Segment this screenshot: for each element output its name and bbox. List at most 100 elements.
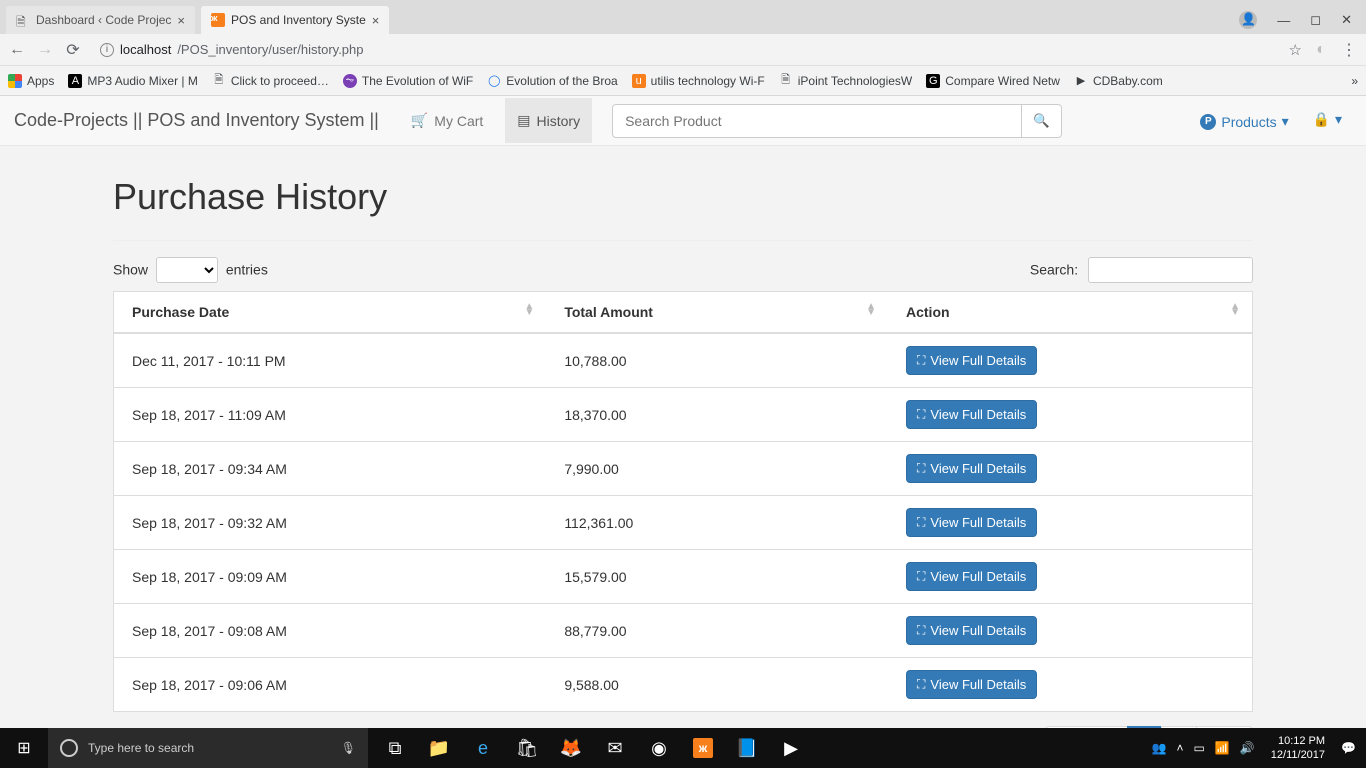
site-info-icon[interactable]: i bbox=[100, 43, 114, 57]
cell-amount: 88,779.00 bbox=[546, 604, 888, 658]
page-icon: 🗎 bbox=[16, 13, 30, 27]
battery-icon[interactable]: ▭ bbox=[1194, 741, 1205, 755]
col-total-amount[interactable]: Total Amount▲▼ bbox=[546, 292, 888, 334]
table-search-input[interactable] bbox=[1088, 257, 1253, 283]
store-icon[interactable]: 🛍 bbox=[506, 728, 548, 768]
close-icon[interactable]: × bbox=[372, 13, 380, 28]
bookmark-item[interactable]: ◯Evolution of the Broa bbox=[487, 74, 617, 88]
brand-title[interactable]: Code-Projects || POS and Inventory Syste… bbox=[14, 110, 379, 131]
list-icon: ▤ bbox=[517, 112, 530, 129]
search-product-input[interactable] bbox=[612, 104, 1022, 138]
taskbar-search[interactable]: Type here to search 🎙 bbox=[48, 728, 368, 768]
col-purchase-date[interactable]: Purchase Date▲▼ bbox=[114, 292, 547, 334]
bookmark-star-icon[interactable]: ☆ bbox=[1289, 41, 1302, 59]
app-navbar: Code-Projects || POS and Inventory Syste… bbox=[0, 96, 1366, 146]
view-full-details-button[interactable]: View Full Details bbox=[906, 670, 1037, 699]
media-player-icon[interactable]: ▶ bbox=[770, 728, 812, 768]
file-explorer-icon[interactable]: 📁 bbox=[418, 728, 460, 768]
nav-products-dropdown[interactable]: P Products ▾ bbox=[1190, 103, 1298, 140]
maximize-icon[interactable]: ◻ bbox=[1310, 12, 1321, 28]
table-row: Sep 18, 2017 - 09:08 AM88,779.00 View Ful… bbox=[114, 604, 1253, 658]
start-button[interactable]: ⊞ bbox=[0, 738, 48, 758]
cell-date: Sep 18, 2017 - 09:34 AM bbox=[114, 442, 547, 496]
view-full-details-button[interactable]: View Full Details bbox=[906, 454, 1037, 483]
cell-amount: 9,588.00 bbox=[546, 658, 888, 712]
product-badge-icon: P bbox=[1200, 114, 1216, 130]
browser-tab-active[interactable]: ж POS and Inventory Syste × bbox=[201, 6, 389, 34]
cell-amount: 15,579.00 bbox=[546, 550, 888, 604]
caret-down-icon: ▾ bbox=[1335, 111, 1342, 128]
tab-label: Dashboard ‹ Code Projec bbox=[36, 13, 171, 27]
minimize-icon[interactable]: — bbox=[1277, 13, 1290, 28]
url-path: /POS_inventory/user/history.php bbox=[177, 42, 363, 57]
xampp-icon: ж bbox=[211, 13, 225, 27]
nav-history[interactable]: ▤History bbox=[505, 98, 592, 143]
caret-down-icon: ▾ bbox=[1282, 113, 1289, 130]
sort-icon: ▲▼ bbox=[1230, 304, 1240, 316]
system-clock[interactable]: 10:12 PM 12/11/2017 bbox=[1265, 734, 1331, 762]
view-full-details-button[interactable]: View Full Details bbox=[906, 400, 1037, 429]
menu-icon[interactable]: ⋮ bbox=[1340, 40, 1358, 60]
notepad-icon[interactable]: 📘 bbox=[726, 728, 768, 768]
wifi-icon[interactable]: 📶 bbox=[1215, 741, 1230, 755]
apps-button[interactable]: Apps bbox=[8, 74, 54, 88]
xampp-taskbar-icon[interactable]: ж bbox=[682, 728, 724, 768]
reload-icon[interactable]: ⟳ bbox=[64, 40, 82, 60]
bookmark-item[interactable]: uutilis technology Wi-F bbox=[632, 74, 765, 88]
cell-amount: 7,990.00 bbox=[546, 442, 888, 496]
sort-icon: ▲▼ bbox=[866, 304, 876, 316]
bookmark-item[interactable]: 🗎Click to proceed… bbox=[212, 74, 329, 88]
entries-select[interactable] bbox=[156, 257, 218, 283]
url-host: localhost bbox=[120, 42, 171, 57]
chrome-icon[interactable]: ◉ bbox=[638, 728, 680, 768]
firefox-icon[interactable]: 🦊 bbox=[550, 728, 592, 768]
entries-length-control: Show entries bbox=[113, 257, 268, 283]
nav-user-dropdown[interactable]: 🔒▾ bbox=[1303, 101, 1352, 138]
cell-date: Sep 18, 2017 - 09:08 AM bbox=[114, 604, 547, 658]
browser-tab-inactive[interactable]: 🗎 Dashboard ‹ Code Projec × bbox=[6, 6, 195, 34]
cell-amount: 112,361.00 bbox=[546, 496, 888, 550]
view-full-details-button[interactable]: View Full Details bbox=[906, 346, 1037, 375]
volume-icon[interactable]: 🔊 bbox=[1240, 741, 1255, 755]
cell-action: View Full Details bbox=[888, 496, 1253, 550]
close-icon[interactable]: × bbox=[177, 13, 185, 28]
cell-action: View Full Details bbox=[888, 333, 1253, 388]
table-row: Sep 18, 2017 - 09:32 AM112,361.00 View Fu… bbox=[114, 496, 1253, 550]
search-button[interactable]: 🔍 bbox=[1022, 104, 1062, 138]
address-bar: ← → ⟳ i localhost/POS_inventory/user/his… bbox=[0, 34, 1366, 66]
edge-icon[interactable]: e bbox=[462, 728, 504, 768]
extension-icon[interactable]: ◐ bbox=[1312, 41, 1330, 59]
mic-icon[interactable]: 🎙 bbox=[341, 741, 356, 755]
search-placeholder: Type here to search bbox=[88, 741, 194, 755]
url-field[interactable]: i localhost/POS_inventory/user/history.p… bbox=[92, 37, 1279, 63]
view-full-details-button[interactable]: View Full Details bbox=[906, 508, 1037, 537]
view-full-details-button[interactable]: View Full Details bbox=[906, 616, 1037, 645]
people-icon[interactable]: 👥 bbox=[1152, 741, 1167, 755]
favicon-icon: ⏦ bbox=[343, 74, 357, 88]
bookmark-item[interactable]: 🗎iPoint TechnologiesW bbox=[779, 74, 913, 88]
view-full-details-button[interactable]: View Full Details bbox=[906, 562, 1037, 591]
tray-expand-icon[interactable]: ˄ bbox=[1177, 741, 1184, 755]
notifications-icon[interactable]: 💬 bbox=[1341, 741, 1356, 755]
close-window-icon[interactable]: ✕ bbox=[1341, 12, 1352, 28]
cell-amount: 18,370.00 bbox=[546, 388, 888, 442]
bookmark-item[interactable]: GCompare Wired Netw bbox=[926, 74, 1060, 88]
nav-my-cart[interactable]: 🛒My Cart bbox=[399, 98, 495, 143]
bookmark-item[interactable]: ▶CDBaby.com bbox=[1074, 74, 1163, 88]
cell-amount: 10,788.00 bbox=[546, 333, 888, 388]
divider bbox=[113, 240, 1253, 241]
cell-date: Sep 18, 2017 - 09:32 AM bbox=[114, 496, 547, 550]
bookmarks-overflow-icon[interactable]: » bbox=[1351, 74, 1358, 88]
mail-icon[interactable]: ✉ bbox=[594, 728, 636, 768]
windows-icon: ⊞ bbox=[17, 738, 30, 758]
purchase-history-table: Purchase Date▲▼ Total Amount▲▼ Action▲▼ … bbox=[113, 291, 1253, 712]
bookmark-item[interactable]: ⏦The Evolution of WiF bbox=[343, 74, 473, 88]
cell-date: Sep 18, 2017 - 09:06 AM bbox=[114, 658, 547, 712]
taskview-icon[interactable]: ⧉ bbox=[374, 728, 416, 768]
cell-action: View Full Details bbox=[888, 604, 1253, 658]
forward-icon: → bbox=[36, 41, 54, 59]
profile-avatar-icon[interactable] bbox=[1239, 11, 1257, 29]
bookmark-item[interactable]: AMP3 Audio Mixer | M bbox=[68, 74, 197, 88]
back-icon[interactable]: ← bbox=[8, 41, 26, 59]
col-action[interactable]: Action▲▼ bbox=[888, 292, 1253, 334]
